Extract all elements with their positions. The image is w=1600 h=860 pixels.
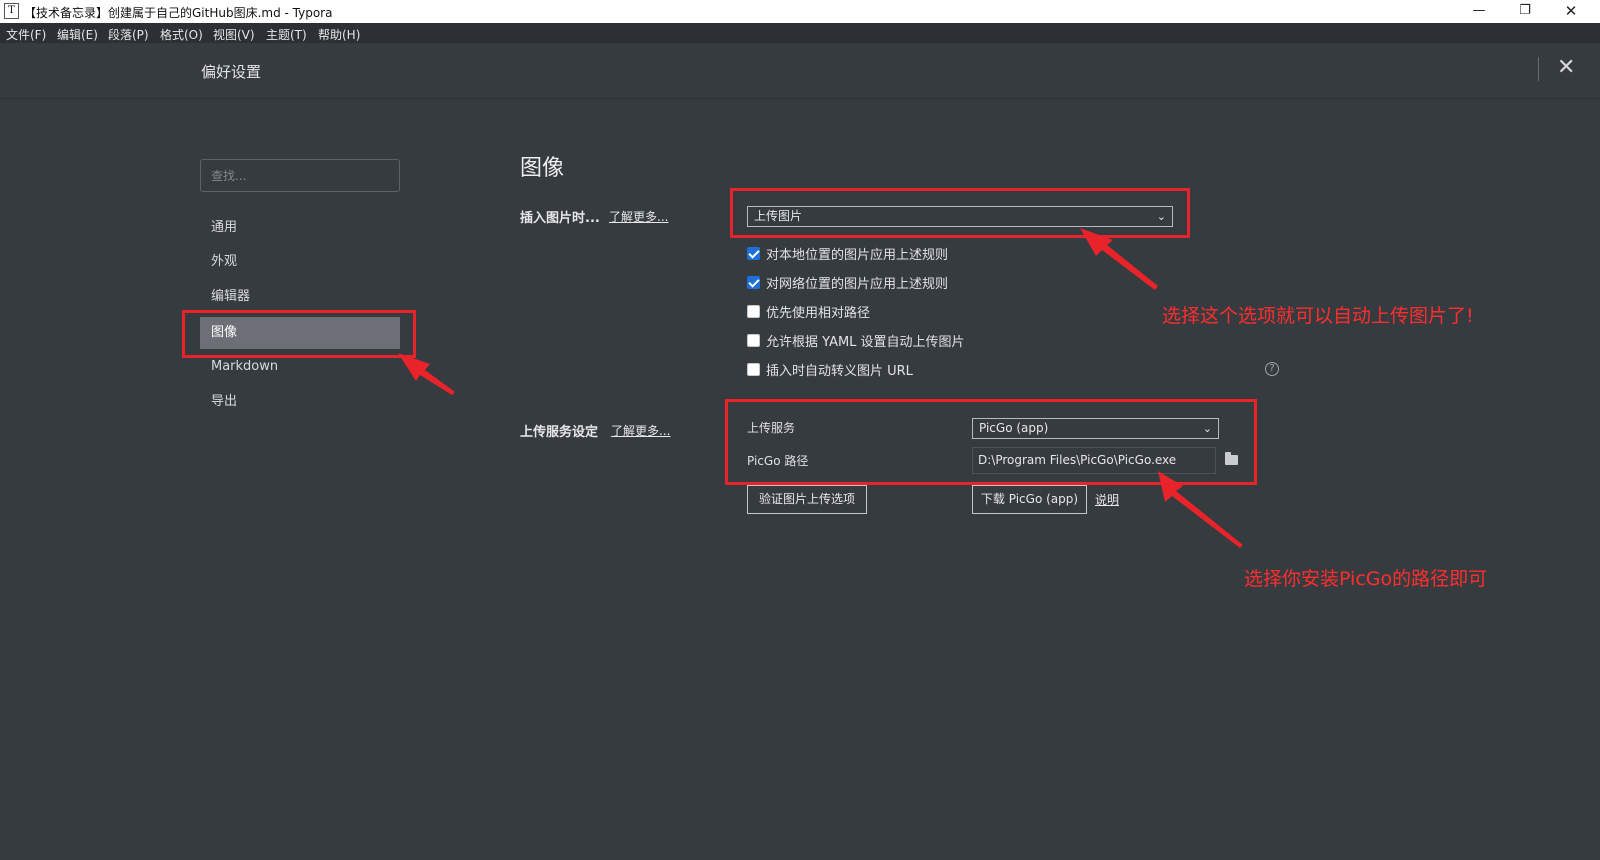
menu-file[interactable]: 文件(F)	[6, 26, 46, 43]
annotation-upload-note: 选择这个选项就可以自动上传图片了!	[1162, 305, 1474, 327]
checkbox-yaml-upload[interactable]	[747, 334, 760, 347]
verify-upload-button[interactable]: 验证图片上传选项	[747, 485, 867, 514]
menu-theme[interactable]: 主题(T)	[266, 26, 307, 43]
sidebar-item-editor[interactable]: 编辑器	[200, 281, 400, 313]
checkbox-label: 对网络位置的图片应用上述规则	[766, 277, 949, 292]
sidebar-item-export[interactable]: 导出	[200, 386, 400, 418]
annotation-box-insert	[730, 188, 1190, 238]
window-titlebar: T 【技术备忘录】创建属于自己的GitHub图床.md - Typora — ❐…	[0, 0, 1600, 23]
checkbox-local-images[interactable]	[747, 247, 760, 260]
insert-image-label: 插入图片时...	[520, 211, 600, 226]
menu-help[interactable]: 帮助(H)	[318, 26, 360, 43]
page-title: 偏好设置	[201, 63, 262, 81]
window-title: 【技术备忘录】创建属于自己的GitHub图床.md - Typora	[24, 6, 333, 20]
menu-format[interactable]: 格式(O)	[160, 26, 203, 43]
checkbox-label: 对本地位置的图片应用上述规则	[766, 248, 949, 263]
header-divider	[1538, 57, 1539, 81]
menu-edit[interactable]: 编辑(E)	[57, 26, 98, 43]
arrow-to-sidebar	[398, 353, 455, 395]
preferences-header: 偏好设置 ✕	[0, 43, 1600, 99]
checkbox-network-images[interactable]	[747, 276, 760, 289]
checkbox-label: 优先使用相对路径	[766, 306, 871, 321]
close-preferences-icon[interactable]: ✕	[1557, 55, 1575, 81]
annotation-box-sidebar	[182, 310, 416, 358]
section-title-image: 图像	[520, 156, 565, 181]
annotation-path-note: 选择你安装PicGo的路径即可	[1244, 568, 1488, 590]
minimize-button[interactable]: —	[1456, 0, 1502, 23]
upload-service-settings-label: 上传服务设定	[520, 425, 599, 440]
checkbox-label: 允许根据 YAML 设置自动上传图片	[766, 335, 965, 350]
insert-learn-more-link[interactable]: 了解更多...	[609, 208, 668, 225]
menu-view[interactable]: 视图(V)	[213, 26, 255, 43]
sidebar-item-appearance[interactable]: 外观	[200, 246, 400, 278]
instructions-link[interactable]: 说明	[1095, 491, 1119, 508]
upload-learn-more-link[interactable]: 了解更多...	[611, 422, 670, 439]
menu-paragraph[interactable]: 段落(P)	[108, 26, 149, 43]
help-icon[interactable]: ?	[1265, 362, 1279, 376]
checkbox-label: 插入时自动转义图片 URL	[766, 364, 913, 379]
maximize-button[interactable]: ❐	[1502, 0, 1548, 23]
checkbox-escape-url[interactable]	[747, 363, 760, 376]
search-input[interactable]	[200, 159, 400, 192]
sidebar-item-general[interactable]: 通用	[200, 212, 400, 244]
menu-bar: 文件(F) 编辑(E) 段落(P) 格式(O) 视图(V) 主题(T) 帮助(H…	[0, 23, 1600, 43]
window-close-button[interactable]: ✕	[1548, 0, 1594, 23]
annotation-box-upload	[725, 399, 1257, 485]
typora-app-icon: T	[4, 3, 19, 19]
download-picgo-button[interactable]: 下载 PicGo (app)	[972, 485, 1087, 514]
checkbox-relative-path[interactable]	[747, 305, 760, 318]
